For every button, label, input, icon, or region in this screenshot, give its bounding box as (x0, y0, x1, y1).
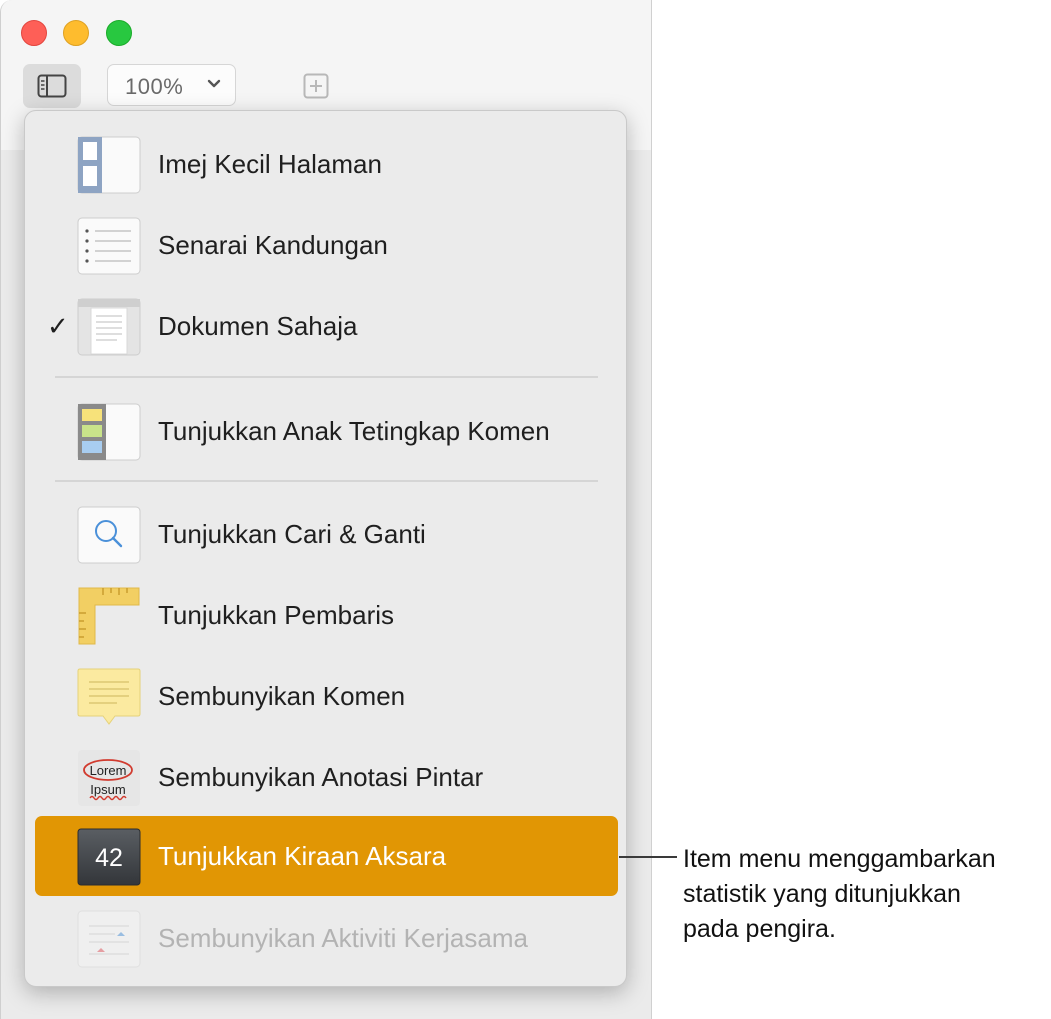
smart-annotation-icon: Lorem Ipsum (78, 750, 140, 806)
menu-item-label: Imej Kecil Halaman (158, 149, 382, 179)
find-replace-icon (77, 506, 141, 564)
minimize-window-button[interactable] (63, 20, 89, 46)
chevron-down-icon (207, 79, 221, 88)
menu-item-label: Sembunyikan Aktiviti Kerjasama (158, 923, 528, 953)
zoom-value: 100% (125, 74, 184, 99)
icon-text-ipsum: Ipsum (90, 782, 125, 797)
character-count-icon: 42 (77, 828, 141, 886)
menu-item-find-replace[interactable]: Tunjukkan Cari & Ganti (35, 494, 618, 574)
menu-item-label: Tunjukkan Kiraan Aksara (158, 841, 447, 871)
menu-item-label: Senarai Kandungan (158, 230, 388, 260)
menu-item-collaboration-activity: Sembunyikan Aktiviti Kerjasama (35, 898, 618, 978)
menu-item-label: Tunjukkan Cari & Ganti (158, 519, 426, 549)
menu-item-page-thumbnails[interactable]: Imej Kecil Halaman (35, 124, 618, 204)
menu-item-label: Tunjukkan Pembaris (158, 600, 395, 630)
zoom-dropdown[interactable]: 100% (107, 64, 236, 106)
page-thumbnails-icon (77, 136, 141, 194)
menu-item-table-of-contents[interactable]: Senarai Kandungan (35, 205, 618, 285)
menu-item-document-only[interactable]: ✓ Dokumen Sahaja (35, 286, 618, 366)
callout-line-3: pada pengira. (683, 915, 836, 943)
menu-item-ruler[interactable]: Tunjukkan Pembaris (35, 575, 618, 655)
comments-pane-icon (77, 403, 141, 461)
view-menu-button[interactable] (23, 64, 81, 108)
menu-separator (55, 480, 598, 482)
add-page-icon[interactable] (303, 73, 329, 99)
menu-item-label: Tunjukkan Anak Tetingkap Komen (158, 416, 550, 446)
table-of-contents-icon (77, 217, 141, 275)
menu-item-label: Sembunyikan Anotasi Pintar (158, 762, 484, 792)
menu-item-label: Sembunyikan Komen (158, 681, 406, 711)
close-window-button[interactable] (21, 20, 47, 46)
collaboration-activity-icon (77, 910, 141, 968)
menu-item-hide-comments[interactable]: Sembunyikan Komen (35, 656, 618, 736)
menu-item-label: Dokumen Sahaja (158, 311, 358, 341)
callout-leader-line (619, 856, 677, 858)
menu-item-smart-annotations[interactable]: Lorem Ipsum Sembunyikan Anotasi Pintar (35, 737, 618, 817)
callout-line-1: Item menu menggambarkan (683, 845, 996, 873)
view-menu: Imej Kecil Halaman Senarai Kandungan ✓ D… (24, 110, 627, 987)
sidebar-icon (37, 74, 67, 98)
callout-line-2: statistik yang ditunjukkan (683, 880, 961, 908)
menu-item-character-count[interactable]: 42 Tunjukkan Kiraan Aksara (35, 816, 618, 896)
ruler-icon (78, 587, 140, 645)
menu-item-comments-pane[interactable]: Tunjukkan Anak Tetingkap Komen (35, 391, 618, 471)
comment-note-icon (77, 668, 141, 725)
menu-separator (55, 376, 598, 378)
callout-annotation: Item menu menggambarkan statistik yang d… (683, 842, 1048, 947)
icon-text-lorem: Lorem (90, 763, 127, 778)
checkmark-icon: ✓ (47, 311, 69, 341)
zoom-window-button[interactable] (106, 20, 132, 46)
icon-text-count: 42 (95, 844, 123, 872)
document-only-icon (77, 298, 141, 356)
